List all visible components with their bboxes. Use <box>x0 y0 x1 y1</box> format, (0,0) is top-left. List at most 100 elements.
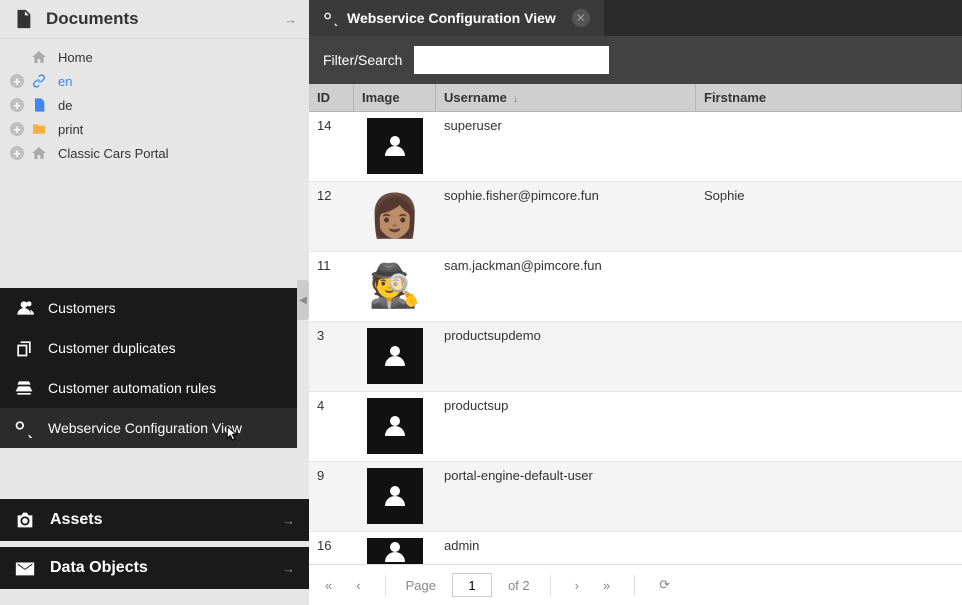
cell-firstname <box>696 112 962 181</box>
tree-item-label: en <box>58 74 72 89</box>
cell-username: sophie.fisher@pimcore.fun <box>436 182 696 251</box>
data-objects-panel-header[interactable]: Data Objects → <box>0 547 309 589</box>
tree-item-de[interactable]: + de <box>10 93 299 117</box>
avatar <box>367 538 423 564</box>
column-header-image[interactable]: Image <box>354 84 436 111</box>
sidebar-item-automation[interactable]: Customer automation rules <box>0 368 297 408</box>
table-row[interactable]: 9 portal-engine-default-user <box>309 462 962 532</box>
avatar: 🕵️ <box>367 258 423 314</box>
table-row[interactable]: 3 productsupdemo <box>309 322 962 392</box>
arrow-right-icon[interactable]: → <box>282 561 295 576</box>
cell-image <box>354 532 436 564</box>
avatar: 👩🏽 <box>367 188 423 244</box>
cell-firstname <box>696 532 962 564</box>
tree-item-home[interactable]: Home <box>10 45 299 69</box>
home-icon <box>30 144 48 162</box>
tree-expander[interactable]: + <box>10 146 24 160</box>
refresh-button[interactable]: ⟳ <box>655 575 674 595</box>
cell-id: 16 <box>309 532 354 564</box>
next-page-button[interactable]: › <box>571 576 583 595</box>
table-row[interactable]: 11 🕵️ sam.jackman@pimcore.fun <box>309 252 962 322</box>
separator <box>385 575 386 595</box>
avatar <box>367 468 423 524</box>
cell-id: 9 <box>309 462 354 531</box>
first-page-button[interactable]: « <box>321 576 336 595</box>
duplicates-icon <box>14 338 34 358</box>
person-icon <box>380 131 410 161</box>
automation-icon <box>14 378 34 398</box>
column-header-username[interactable]: Username↓ <box>436 84 696 111</box>
page-label: Page <box>406 578 436 593</box>
sidebar-item-duplicates[interactable]: Customer duplicates <box>0 328 297 368</box>
cell-image <box>354 112 436 181</box>
tree-item-label: Classic Cars Portal <box>58 146 169 161</box>
envelope-icon <box>14 557 36 579</box>
arrow-right-icon[interactable]: → <box>282 513 295 528</box>
cell-firstname: Sophie <box>696 182 962 251</box>
cell-image: 👩🏽 <box>354 182 436 251</box>
table-header: ID Image Username↓ Firstname <box>309 84 962 112</box>
tree-expander[interactable]: + <box>10 122 24 136</box>
cell-id: 3 <box>309 322 354 391</box>
tab-bar: Webservice Configuration View ✕ <box>309 0 962 36</box>
tree-item-label: Home <box>58 50 93 65</box>
pager: « ‹ Page of 2 › » ⟳ <box>309 564 962 605</box>
home-icon <box>30 48 48 66</box>
cell-id: 11 <box>309 252 354 321</box>
cell-image <box>354 322 436 391</box>
filter-label: Filter/Search <box>323 52 402 68</box>
cell-firstname <box>696 252 962 321</box>
documents-panel-header[interactable]: Documents → <box>0 0 309 39</box>
column-header-firstname[interactable]: Firstname <box>696 84 962 111</box>
tree-expander[interactable]: + <box>10 74 24 88</box>
table-row[interactable]: 12 👩🏽 sophie.fisher@pimcore.fun Sophie <box>309 182 962 252</box>
camera-icon <box>14 509 36 531</box>
close-icon[interactable]: ✕ <box>572 9 590 27</box>
tab-webservice[interactable]: Webservice Configuration View ✕ <box>309 0 604 36</box>
tree-item-label: de <box>58 98 72 113</box>
cell-username: admin <box>436 532 696 564</box>
tree-item-classic-cars[interactable]: + Classic Cars Portal <box>10 141 299 165</box>
table-row[interactable]: 14 superuser <box>309 112 962 182</box>
table-body: 14 superuser 12 👩🏽 sophie.fisher@pimcore… <box>309 112 962 564</box>
document-mini-icon <box>30 96 48 114</box>
person-icon <box>380 537 410 564</box>
avatar <box>367 118 423 174</box>
cell-id: 12 <box>309 182 354 251</box>
sidebar-item-webservice[interactable]: Webservice Configuration View <box>0 408 297 448</box>
person-icon <box>380 411 410 441</box>
data-objects-title: Data Objects <box>50 559 268 577</box>
sidebar-item-label: Customers <box>48 300 116 316</box>
assets-title: Assets <box>50 511 268 529</box>
cell-firstname <box>696 322 962 391</box>
last-page-button[interactable]: » <box>599 576 614 595</box>
table-row[interactable]: 16 admin <box>309 532 962 564</box>
tree-expander[interactable]: + <box>10 98 24 112</box>
sidebar-collapse-handle[interactable]: ◀ <box>297 280 309 320</box>
arrow-right-icon[interactable]: → <box>284 12 297 27</box>
folder-icon <box>30 120 48 138</box>
sidebar-item-label: Customer duplicates <box>48 340 176 356</box>
cell-username: portal-engine-default-user <box>436 462 696 531</box>
cell-username: productsupdemo <box>436 322 696 391</box>
filter-bar: Filter/Search <box>309 36 962 84</box>
search-input[interactable] <box>414 46 609 74</box>
assets-panel-header[interactable]: Assets → <box>0 499 309 541</box>
documents-title: Documents <box>46 9 284 29</box>
tree-item-en[interactable]: + en <box>10 69 299 93</box>
cell-image <box>354 392 436 461</box>
table-row[interactable]: 4 productsup <box>309 392 962 462</box>
document-icon <box>12 8 34 30</box>
cell-username: superuser <box>436 112 696 181</box>
link-icon <box>30 72 48 90</box>
tree-item-label: print <box>58 122 83 137</box>
prev-page-button[interactable]: ‹ <box>352 576 364 595</box>
sort-desc-icon: ↓ <box>513 93 519 105</box>
person-icon <box>380 341 410 371</box>
customers-icon <box>14 298 34 318</box>
sidebar-item-customers[interactable]: Customers <box>0 288 297 328</box>
tree-item-print[interactable]: + print <box>10 117 299 141</box>
tab-label: Webservice Configuration View <box>347 10 556 26</box>
page-input[interactable] <box>452 573 492 597</box>
column-header-id[interactable]: ID <box>309 84 354 111</box>
